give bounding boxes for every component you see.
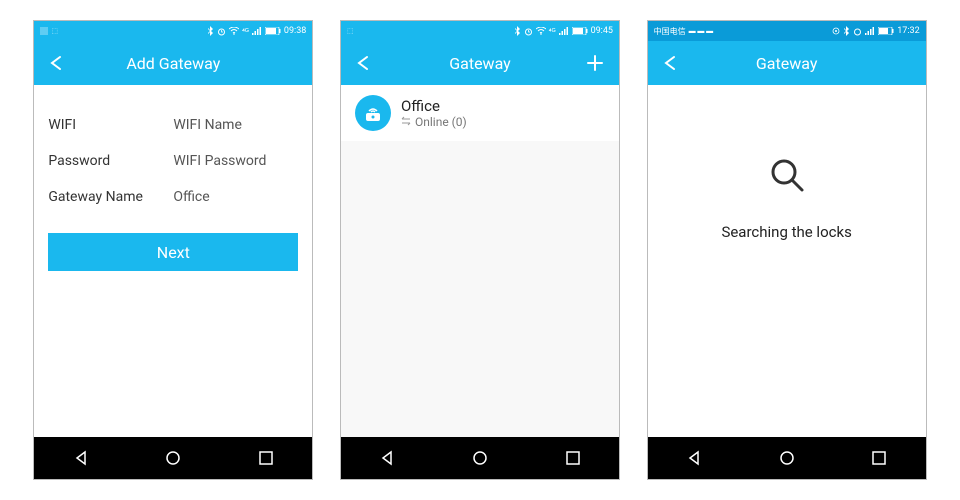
wifi-field[interactable]: WIFI WIFI Name xyxy=(48,107,298,143)
gateway-name-label: Gateway Name xyxy=(48,189,143,205)
search-icon xyxy=(767,155,807,195)
status-indicators: 17:32 xyxy=(832,26,919,36)
signal-icon: ⁴ᴳ xyxy=(549,27,556,36)
app-bar: Gateway xyxy=(341,41,619,85)
password-value: WIFI Password xyxy=(173,153,298,169)
phone-searching: 中国电信 ▬ ▬ ▬ 17:32 Gateway xyxy=(647,20,927,480)
nav-back-button[interactable] xyxy=(376,447,398,469)
nav-back-button[interactable] xyxy=(683,447,705,469)
nav-recent-button[interactable] xyxy=(255,447,277,469)
searching-label: Searching the locks xyxy=(721,223,851,241)
gateway-status: Online (0) xyxy=(401,115,467,129)
page-title: Gateway xyxy=(648,54,926,73)
gateway-icon xyxy=(355,95,391,131)
phone-add-gateway: ⬚ ⁴ᴳ 09:38 Add Gateway xyxy=(33,20,313,480)
status-time: 17:32 xyxy=(897,26,919,36)
password-field[interactable]: Password WIFI Password xyxy=(48,143,298,179)
nav-recent-button[interactable] xyxy=(562,447,584,469)
content-area: WIFI WIFI Name Password WIFI Password Ga… xyxy=(34,85,312,437)
location-icon xyxy=(832,27,840,35)
app-bar: Add Gateway xyxy=(34,41,312,85)
gateway-name-value: Office xyxy=(173,189,298,205)
content-area: Searching the locks xyxy=(648,85,926,437)
back-button[interactable] xyxy=(44,51,68,75)
bluetooth-icon xyxy=(843,26,850,36)
content-area: Office Online (0) xyxy=(341,85,619,437)
alarm-icon xyxy=(853,27,862,36)
page-title: Gateway xyxy=(341,54,619,73)
app-bar: Gateway xyxy=(648,41,926,85)
signal-icon: ⁴ᴳ xyxy=(242,27,249,36)
bluetooth-icon xyxy=(207,26,214,36)
alarm-icon xyxy=(524,27,533,36)
nav-home-button[interactable] xyxy=(776,447,798,469)
battery-icon xyxy=(878,27,894,35)
bluetooth-icon xyxy=(514,26,521,36)
status-bar: ⬚ ⁴ᴳ 09:38 xyxy=(34,21,312,41)
status-carrier: ⬚ xyxy=(40,27,58,35)
android-nav-bar xyxy=(34,437,312,479)
gateway-name-field[interactable]: Gateway Name Office xyxy=(48,179,298,215)
back-button[interactable] xyxy=(658,51,682,75)
status-bar: ⬚ ⁴ᴳ 09:45 xyxy=(341,21,619,41)
gateway-list-item[interactable]: Office Online (0) xyxy=(341,85,619,141)
sync-icon xyxy=(401,115,411,129)
status-indicators: ⁴ᴳ 09:38 xyxy=(207,26,306,36)
phone-gateway-list: ⬚ ⁴ᴳ 09:45 Gateway xyxy=(340,20,620,480)
add-gateway-button[interactable] xyxy=(583,51,607,75)
nav-home-button[interactable] xyxy=(162,447,184,469)
signal-bars-icon xyxy=(252,27,262,35)
status-time: 09:38 xyxy=(284,26,306,36)
nav-back-button[interactable] xyxy=(70,447,92,469)
nav-recent-button[interactable] xyxy=(868,447,890,469)
android-nav-bar xyxy=(341,437,619,479)
status-carrier: 中国电信 ▬ ▬ ▬ xyxy=(654,26,713,37)
page-title: Add Gateway xyxy=(34,54,312,73)
status-bar: 中国电信 ▬ ▬ ▬ 17:32 xyxy=(648,21,926,41)
wifi-icon xyxy=(229,27,239,35)
wifi-icon xyxy=(536,27,546,35)
status-indicators: ⁴ᴳ 09:45 xyxy=(514,26,613,36)
signal-bars-icon xyxy=(865,27,875,35)
status-time: 09:45 xyxy=(591,26,613,36)
wifi-value: WIFI Name xyxy=(173,117,298,133)
status-carrier: ⬚ xyxy=(347,27,354,35)
back-button[interactable] xyxy=(351,51,375,75)
next-button[interactable]: Next xyxy=(48,233,298,271)
signal-bars-icon xyxy=(559,27,569,35)
wifi-label: WIFI xyxy=(48,117,76,133)
gateway-name: Office xyxy=(401,97,467,115)
alarm-icon xyxy=(217,27,226,36)
password-label: Password xyxy=(48,153,110,169)
nav-home-button[interactable] xyxy=(469,447,491,469)
battery-icon xyxy=(265,27,281,35)
android-nav-bar xyxy=(648,437,926,479)
battery-icon xyxy=(572,27,588,35)
